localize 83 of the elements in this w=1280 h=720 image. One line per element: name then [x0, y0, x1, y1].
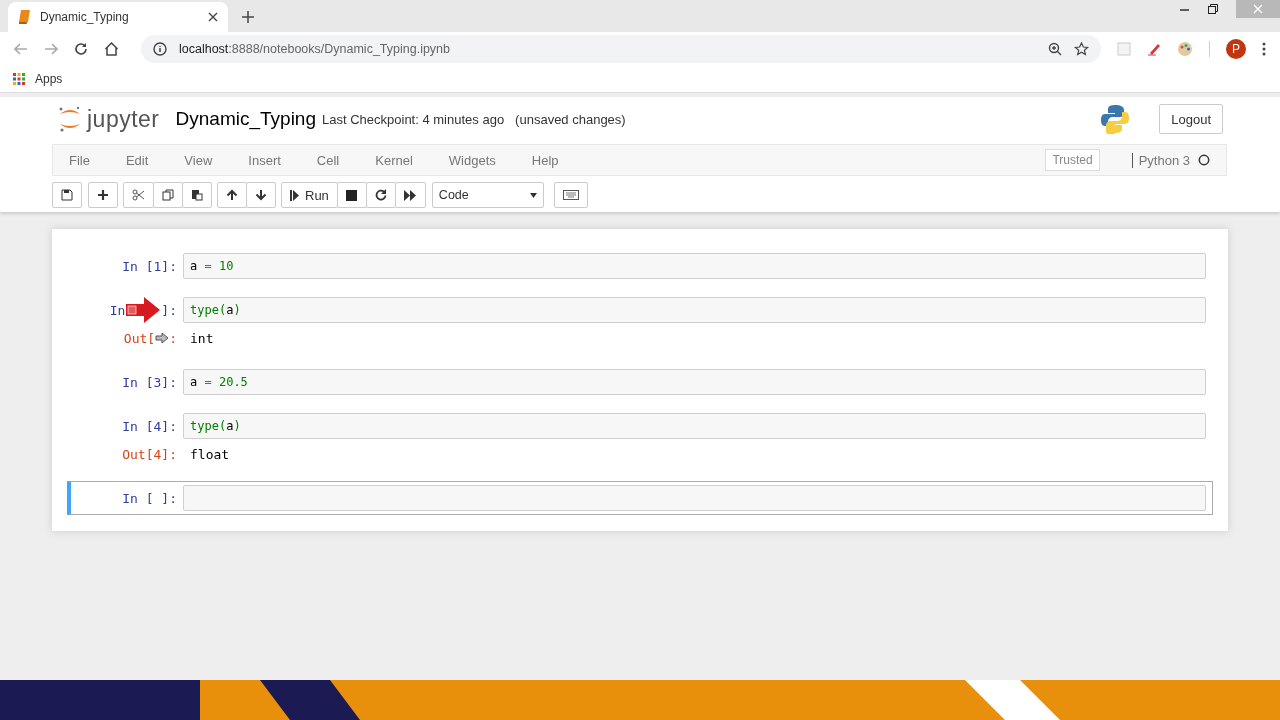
- move-down-button[interactable]: [246, 182, 276, 208]
- pen-icon[interactable]: [1147, 42, 1161, 56]
- save-button[interactable]: [52, 182, 82, 208]
- bookmark-link[interactable]: Apps: [13, 72, 63, 86]
- browser-tab[interactable]: Dynamic_Typing: [8, 2, 228, 32]
- python-logo-icon: [1101, 104, 1130, 134]
- menu-item[interactable]: Insert: [248, 152, 281, 168]
- menu-item[interactable]: Help: [531, 152, 559, 168]
- checkpoint-status: Last Checkpoint: 4 minutes ago: [322, 111, 505, 127]
- restore-icon[interactable]: [1208, 4, 1218, 14]
- input-prompt: In [4]:: [122, 418, 177, 434]
- arrow-icon: [126, 297, 161, 323]
- code-cell[interactable]: In [3]: a = 20.5: [67, 365, 1213, 399]
- code-input[interactable]: a = 20.5: [183, 369, 1206, 395]
- menu-item[interactable]: File: [69, 152, 90, 168]
- input-prompt: In: [109, 302, 126, 318]
- star-icon[interactable]: [1074, 42, 1089, 56]
- home-icon[interactable]: [104, 42, 119, 56]
- trusted-indicator[interactable]: Trusted: [1045, 149, 1100, 171]
- reload-icon[interactable]: [74, 42, 88, 56]
- restart-button[interactable]: [365, 182, 396, 208]
- code-input[interactable]: type(a): [183, 413, 1206, 439]
- cell-output: float: [189, 446, 230, 462]
- logout-button[interactable]: Logout: [1159, 104, 1223, 134]
- input-prompt: In [ ]:: [122, 490, 177, 506]
- address-bar[interactable]: localhost:8888/notebooks/Dynamic_Typing.ipynb: [141, 35, 1101, 63]
- close-icon: [1253, 4, 1263, 14]
- paste-button[interactable]: [182, 182, 212, 208]
- code-cell[interactable]: In [1]: a = 10: [67, 249, 1213, 283]
- new-tab-icon[interactable]: [242, 11, 254, 23]
- code-input[interactable]: type(a): [183, 297, 1206, 323]
- keyboard-button[interactable]: [553, 182, 588, 208]
- code-cell[interactable]: In [ ]:: [67, 481, 1213, 515]
- menu-item[interactable]: View: [184, 152, 213, 168]
- unsaved-status: (unsaved changes): [515, 111, 626, 127]
- output-prompt: Out[: [123, 330, 156, 346]
- input-prompt: In [1]:: [122, 258, 177, 274]
- cut-button[interactable]: [123, 182, 154, 208]
- keyboard-icon: [562, 190, 579, 200]
- zoom-icon[interactable]: [1048, 42, 1062, 56]
- plus-icon: [97, 189, 109, 201]
- close-icon[interactable]: [208, 12, 218, 22]
- kernel-idle-icon: [1198, 154, 1210, 166]
- fast-forward-icon: [403, 189, 417, 201]
- menu-item[interactable]: Widgets: [448, 152, 496, 168]
- menu-item[interactable]: Edit: [125, 152, 149, 168]
- code-cell[interactable]: In [4]: type(a) Out[4]: float: [67, 409, 1213, 471]
- apps-grid-icon: [13, 72, 26, 86]
- code-input[interactable]: a = 10: [183, 253, 1206, 279]
- run-all-button[interactable]: [394, 182, 426, 208]
- output-prompt: :: [169, 330, 177, 346]
- cell-output: int: [189, 330, 214, 346]
- output-prompt: Out[4]:: [122, 446, 177, 462]
- pointer-icon: [155, 332, 170, 344]
- stop-icon: [346, 189, 358, 201]
- menu-item[interactable]: Kernel: [375, 152, 413, 168]
- code-cell[interactable]: In ]: type(a) Out[ : int: [67, 293, 1213, 355]
- move-up-button[interactable]: [217, 182, 247, 208]
- restart-icon: [374, 189, 387, 201]
- input-prompt: ]:: [161, 302, 177, 318]
- info-icon: [153, 42, 167, 56]
- stop-button[interactable]: [336, 182, 367, 208]
- arrow-down-icon: [255, 189, 267, 201]
- input-prompt: In [3]:: [122, 374, 177, 390]
- menu-item[interactable]: Cell: [316, 152, 340, 168]
- palette-icon[interactable]: [1177, 41, 1193, 57]
- scissors-icon: [132, 189, 145, 201]
- jupyter-logo[interactable]: jupyter: [58, 105, 160, 133]
- paste-icon: [191, 189, 203, 201]
- cell-type-dropdown[interactable]: Code: [431, 182, 544, 208]
- arrow-up-icon: [226, 189, 238, 201]
- run-button[interactable]: Run: [281, 182, 338, 208]
- add-cell-button[interactable]: [88, 182, 118, 208]
- copy-icon: [162, 189, 174, 201]
- caret-icon: [529, 192, 537, 198]
- notebook-name[interactable]: Dynamic_Typing: [175, 108, 316, 130]
- step-play-icon: [290, 189, 299, 201]
- tab-title: Dynamic_Typing: [40, 10, 130, 24]
- menu-icon[interactable]: [1262, 42, 1266, 56]
- profile-avatar[interactable]: P: [1226, 39, 1246, 59]
- code-input[interactable]: [183, 485, 1206, 511]
- kernel-name[interactable]: Python 3: [1131, 152, 1190, 168]
- book-icon: [18, 10, 30, 24]
